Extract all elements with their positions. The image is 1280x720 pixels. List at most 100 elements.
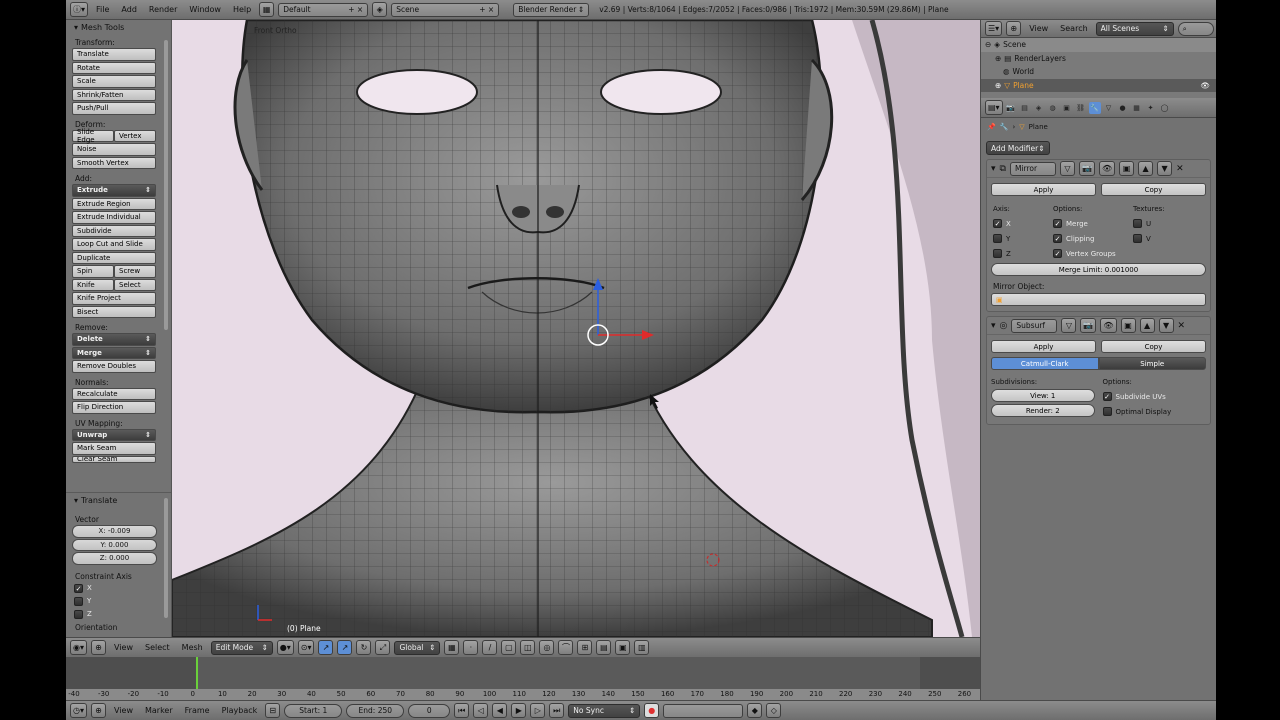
axis-y[interactable]: Y	[993, 231, 1053, 246]
shrink-fatten-button[interactable]: Shrink/Fatten	[72, 88, 156, 101]
timeline-view-menu[interactable]: View	[110, 706, 137, 715]
snap-icon[interactable]: ⊞	[577, 640, 593, 655]
outliner-editor-icon[interactable]: ☰▾	[985, 21, 1003, 36]
render-levels-field[interactable]: Render: 2	[991, 404, 1095, 417]
menu-render[interactable]: Render	[145, 5, 181, 14]
collapse-arrow-icon[interactable]: ▾	[991, 321, 996, 331]
data-tab-icon[interactable]: ▽	[1103, 102, 1115, 114]
optimal-display-option[interactable]: Optimal Display	[1102, 404, 1207, 419]
keyframe-insert-icon[interactable]: ◆	[747, 703, 763, 718]
vertex-slide-button[interactable]: Vertex	[114, 129, 156, 142]
smooth-vertex-button[interactable]: Smooth Vertex	[72, 156, 156, 169]
add-scene-icon[interactable]: + ×	[479, 5, 494, 14]
scene-field[interactable]: Scene + ×	[391, 2, 500, 17]
occlude-icon[interactable]: ◫	[520, 640, 536, 655]
scene-icon[interactable]: ◈	[372, 2, 388, 17]
timeline-editor-icon[interactable]: ◷▾	[70, 703, 87, 718]
collapse-icon[interactable]: ⊕	[91, 640, 106, 655]
vertex-groups-option[interactable]: ✓ Vertex Groups	[1053, 246, 1133, 261]
orientation-select[interactable]: Global ⇕	[394, 640, 441, 655]
subsurf-copy-button[interactable]: Copy	[1101, 340, 1206, 353]
subsurf-name-field[interactable]: Subsurf	[1011, 318, 1058, 333]
axis-z[interactable]: Z	[993, 246, 1053, 261]
extrude-menu[interactable]: Extrude ⇕	[72, 184, 156, 197]
translate-button[interactable]: Translate	[72, 48, 156, 61]
clipping-option[interactable]: ✓ Clipping	[1053, 231, 1133, 246]
outliner-scope-select[interactable]: All Scenes ⇕	[1095, 21, 1174, 36]
bisect-button[interactable]: Bisect	[72, 305, 156, 318]
layers-icon[interactable]: ▦	[444, 640, 460, 655]
realtime-toggle-icon[interactable]: 👁	[1100, 318, 1117, 333]
physics-tab-icon[interactable]: ◯	[1159, 102, 1171, 114]
remove-modifier-icon[interactable]: ✕	[1178, 321, 1186, 331]
render-toggle-icon[interactable]: 📷	[1078, 161, 1095, 176]
add-modifier-menu[interactable]: Add Modifier ⇕	[986, 141, 1050, 155]
operator-header[interactable]: ▾ Translate	[66, 493, 171, 507]
subsurf-apply-button[interactable]: Apply	[991, 340, 1096, 353]
properties-editor-icon[interactable]: ▤▾	[985, 100, 1003, 115]
view-levels-field[interactable]: View: 1	[991, 389, 1095, 402]
viewport-editor-icon[interactable]: ◉▾	[70, 640, 87, 655]
scale-manip-icon[interactable]: ⤢	[375, 640, 391, 655]
outliner-item-scene[interactable]: ⊖ ◈ Scene	[981, 38, 1216, 52]
proportional-icon[interactable]: ◎	[539, 640, 555, 655]
3d-viewport[interactable]: Front Ortho (0) Plane	[172, 20, 980, 637]
menu-add[interactable]: Add	[117, 5, 141, 14]
constraints-tab-icon[interactable]: ⛓	[1075, 102, 1087, 114]
mesh-menu[interactable]: Mesh	[178, 643, 207, 652]
mode-select[interactable]: Edit Mode ⇕	[210, 640, 273, 655]
subdivide-button[interactable]: Subdivide	[72, 224, 156, 237]
spin-button[interactable]: Spin	[72, 265, 114, 278]
knife-project-button[interactable]: Knife Project	[72, 292, 156, 305]
mirror-apply-button[interactable]: Apply	[991, 183, 1096, 196]
vertex-select-icon[interactable]: ·	[463, 640, 479, 655]
slide-edge-button[interactable]: Slide Edge	[72, 128, 114, 144]
collapse-icon[interactable]: ⊕	[1006, 21, 1022, 36]
screen-layout-field[interactable]: Default + ×	[278, 2, 369, 17]
menu-help[interactable]: Help	[229, 5, 255, 14]
outliner-item-world[interactable]: ◍ World	[981, 65, 1216, 79]
material-tab-icon[interactable]: ●	[1117, 102, 1129, 114]
playback-menu[interactable]: Playback	[218, 706, 262, 715]
play-icon[interactable]: ▶	[511, 703, 527, 718]
loop-cut-button[interactable]: Loop Cut and Slide	[72, 238, 156, 251]
vector-z-field[interactable]: Z: 0.000	[72, 552, 157, 565]
merge-menu[interactable]: Merge ⇕	[72, 346, 156, 359]
select-menu[interactable]: Select	[141, 643, 174, 652]
layers-tab-icon[interactable]: ▤	[1019, 102, 1031, 114]
start-frame-field[interactable]: Start: 1	[284, 703, 343, 718]
mirror-copy-button[interactable]: Copy	[1101, 183, 1206, 196]
mirror-name-field[interactable]: Mirror	[1009, 161, 1056, 176]
current-frame-field[interactable]: 0	[408, 703, 451, 718]
constraint-x[interactable]: ✓ X	[66, 582, 171, 595]
constraint-z[interactable]: Z	[66, 608, 171, 621]
subdivide-uvs-option[interactable]: ✓ Subdivide UVs	[1102, 389, 1207, 404]
screw-button[interactable]: Screw	[114, 265, 156, 278]
flip-direction-button[interactable]: Flip Direction	[72, 401, 156, 414]
frame-menu[interactable]: Frame	[181, 706, 214, 715]
sync-select[interactable]: No Sync ⇕	[568, 703, 641, 718]
outliner-item-renderlayers[interactable]: ⊕ ▤ RenderLayers	[981, 52, 1216, 66]
editmode-toggle-icon[interactable]: ▣	[1119, 161, 1135, 176]
push-pull-button[interactable]: Push/Pull	[72, 102, 156, 115]
collapse-arrow-icon[interactable]: ▾	[991, 164, 996, 174]
outliner-view-menu[interactable]: View	[1025, 24, 1052, 33]
clear-seam-button[interactable]: Clear Seam	[72, 455, 156, 463]
recalculate-button[interactable]: Recalculate	[72, 387, 156, 400]
constraint-y[interactable]: Y	[66, 595, 171, 608]
catmull-clark-option[interactable]: Catmull-Clark	[991, 357, 1099, 370]
prev-key-icon[interactable]: ◁	[473, 703, 489, 718]
render-anim-icon[interactable]: ▥	[634, 640, 650, 655]
move-up-icon[interactable]: ▲	[1139, 318, 1155, 333]
timeline[interactable]: -40 -30 -20 -10 0 10 20 30 40 50 60 70 80 90 100 110 120…	[66, 657, 980, 700]
shading-icon[interactable]: ●▾	[276, 640, 294, 655]
editmode-toggle-icon[interactable]: ▣	[1120, 318, 1136, 333]
merge-option[interactable]: ✓ Merge	[1053, 216, 1133, 231]
texture-u[interactable]: U	[1133, 216, 1203, 231]
menu-window[interactable]: Window	[185, 5, 225, 14]
toolshelf-scrollbar[interactable]	[164, 40, 168, 330]
extrude-individual-button[interactable]: Extrude Individual	[72, 211, 156, 224]
vector-y-field[interactable]: Y: 0.000	[72, 538, 157, 551]
snap-target-icon[interactable]: ▤	[596, 640, 612, 655]
merge-limit-field[interactable]: Merge Limit: 0.001000	[991, 263, 1206, 276]
